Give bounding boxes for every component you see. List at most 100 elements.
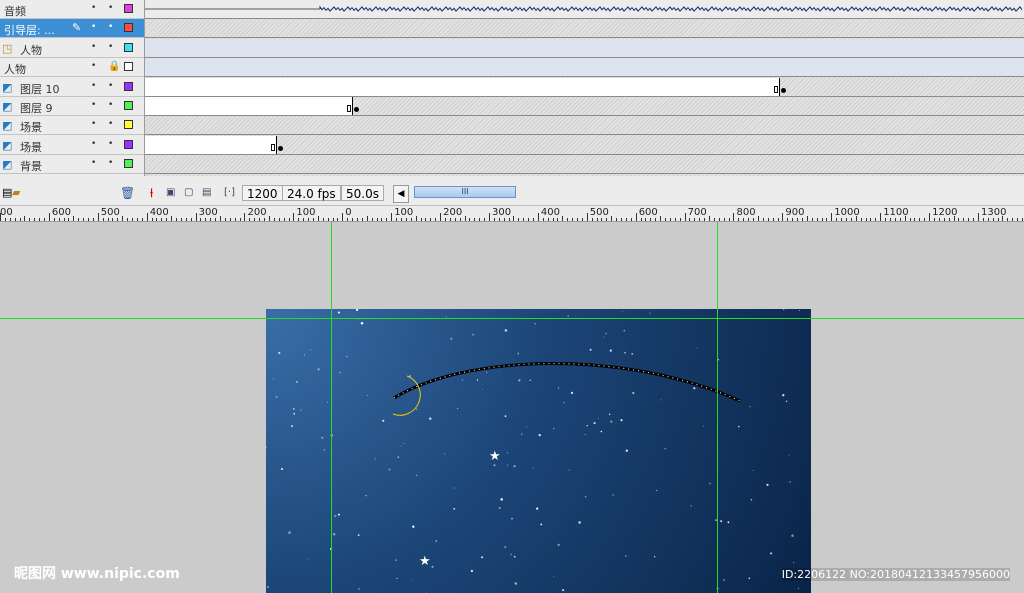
frame-row[interactable] bbox=[145, 135, 1024, 155]
ruler-tick bbox=[670, 218, 671, 221]
ruler-tick bbox=[142, 218, 143, 221]
add-layer-icon[interactable]: ▤ bbox=[2, 185, 12, 201]
visibility-toggle[interactable]: • bbox=[91, 139, 96, 150]
outline-color-swatch[interactable] bbox=[124, 4, 133, 13]
layer-row[interactable]: 音频 • • bbox=[0, 0, 144, 19]
lock-toggle[interactable]: • bbox=[108, 100, 113, 111]
lock-toggle[interactable]: • bbox=[108, 119, 113, 130]
timeline-scroll-thumb[interactable]: III bbox=[414, 186, 516, 198]
motion-guide-path[interactable] bbox=[393, 362, 741, 403]
lock-toggle[interactable]: • bbox=[108, 22, 113, 33]
timeline-status-bar: ▤ ▰ 🗑 ⍿ ▣ ▢ ▤ [·] 1200 24.0 fps 50.0s ◀ … bbox=[0, 182, 1024, 204]
frame-row[interactable] bbox=[145, 155, 1024, 175]
star-dot bbox=[326, 401, 328, 403]
guide-vertical-right[interactable] bbox=[717, 222, 718, 593]
visibility-toggle[interactable]: • bbox=[91, 61, 96, 72]
lock-toggle[interactable]: • bbox=[108, 42, 113, 53]
layer-name[interactable]: 音频 bbox=[4, 3, 26, 19]
ruler-tick bbox=[1007, 218, 1008, 221]
playhead-center-icon[interactable]: ⍿ bbox=[150, 185, 153, 201]
layer-name[interactable]: 场景 bbox=[20, 139, 42, 155]
layer-row[interactable]: ◩ 图层 9 • • bbox=[0, 97, 144, 116]
outline-color-swatch[interactable] bbox=[124, 159, 133, 169]
layer-row[interactable]: 人物 • 🔒 bbox=[0, 58, 144, 78]
visibility-toggle[interactable]: • bbox=[91, 22, 96, 33]
ruler-tick bbox=[289, 218, 290, 221]
visibility-toggle[interactable]: • bbox=[91, 81, 96, 92]
frame-row[interactable] bbox=[145, 0, 1024, 19]
layer-row[interactable]: ◩ 图层 10 • • bbox=[0, 78, 144, 97]
layer-list: 音频 • • 引导层: ... ✎ • • ◳ 人物 • • 人物 • 🔒 ◩ 图层 10 • • ◩ 图层 9 • • ◩… bbox=[0, 0, 145, 176]
star-dot bbox=[367, 394, 369, 396]
add-folder-icon[interactable]: ▰ bbox=[12, 185, 20, 201]
layer-name[interactable]: 场景 bbox=[20, 119, 42, 135]
visibility-toggle[interactable]: • bbox=[91, 3, 96, 14]
frame-row[interactable] bbox=[145, 38, 1024, 58]
layer-row[interactable]: ◳ 人物 • • bbox=[0, 39, 144, 58]
outline-color-swatch[interactable] bbox=[124, 120, 133, 130]
layer-name[interactable]: 人物 bbox=[4, 61, 26, 77]
layer-row[interactable]: ◩ 背景 • • bbox=[0, 155, 144, 175]
star-dot bbox=[534, 323, 536, 325]
keyframe-dot[interactable] bbox=[354, 107, 359, 112]
keyframe-dot[interactable] bbox=[781, 87, 786, 93]
star-dot bbox=[400, 445, 402, 447]
outline-color-swatch[interactable] bbox=[124, 62, 133, 72]
lock-toggle[interactable]: • bbox=[108, 139, 113, 150]
stage[interactable]: ★ ★ bbox=[266, 309, 811, 593]
edit-multiple-frames-icon[interactable]: ▤ bbox=[202, 185, 211, 201]
keyframe-dot[interactable] bbox=[278, 145, 283, 151]
lock-toggle[interactable]: • bbox=[108, 158, 113, 169]
outline-color-swatch[interactable] bbox=[124, 81, 133, 91]
outline-color-swatch[interactable] bbox=[124, 42, 133, 52]
visibility-toggle[interactable]: • bbox=[91, 100, 96, 111]
frame-rate-field[interactable]: 24.0 fps bbox=[282, 185, 341, 201]
layer-row[interactable]: ◩ 场景 • • bbox=[0, 116, 144, 136]
onion-outline-icon[interactable]: ▢ bbox=[184, 185, 193, 201]
layer-name[interactable]: 背景 bbox=[20, 158, 42, 174]
frame-row[interactable] bbox=[145, 77, 1024, 97]
frame-row[interactable] bbox=[145, 97, 1024, 116]
ruler-label: 300 bbox=[198, 207, 218, 218]
ruler-tick bbox=[577, 218, 578, 221]
layer-row[interactable]: 引导层: ... ✎ • • bbox=[0, 19, 144, 39]
onion-skin-icon[interactable]: ▣ bbox=[166, 185, 175, 201]
scroll-left-button[interactable]: ◀ bbox=[393, 185, 409, 203]
layer-name[interactable]: 图层 10 bbox=[20, 81, 60, 97]
trash-icon[interactable]: 🗑 bbox=[120, 185, 135, 201]
end-frame-marker[interactable] bbox=[347, 105, 351, 112]
star-dot bbox=[540, 523, 543, 526]
ruler-tick bbox=[689, 218, 690, 221]
end-frame-marker[interactable] bbox=[774, 85, 778, 93]
outline-color-swatch[interactable] bbox=[124, 139, 133, 149]
layer-name[interactable]: 人物 bbox=[20, 42, 42, 58]
lock-icon[interactable]: 🔒 bbox=[108, 61, 120, 72]
frame-grid[interactable] bbox=[145, 0, 1024, 176]
layer-row[interactable]: ◩ 场景 • • bbox=[0, 136, 144, 155]
layer-name[interactable]: 图层 9 bbox=[20, 100, 53, 116]
star-dot bbox=[702, 425, 704, 427]
layer-name[interactable]: 引导层: ... bbox=[4, 22, 55, 38]
lock-toggle[interactable]: • bbox=[108, 3, 113, 14]
ruler-label: 100 bbox=[394, 207, 414, 218]
guide-vertical-left[interactable] bbox=[331, 222, 332, 593]
star-dot bbox=[476, 379, 479, 381]
visibility-toggle[interactable]: • bbox=[91, 158, 96, 169]
visibility-toggle[interactable]: • bbox=[91, 42, 96, 53]
guide-horizontal[interactable] bbox=[0, 318, 1024, 319]
ruler-tick bbox=[73, 216, 74, 221]
visibility-toggle[interactable]: • bbox=[91, 119, 96, 130]
outline-color-swatch[interactable] bbox=[124, 23, 133, 33]
ruler-tick bbox=[391, 213, 392, 221]
frame-row[interactable] bbox=[145, 116, 1024, 136]
end-frame-marker[interactable] bbox=[271, 143, 275, 151]
modify-markers-icon[interactable]: [·] bbox=[224, 185, 235, 201]
ruler-tick bbox=[1012, 218, 1013, 221]
frame-row[interactable] bbox=[145, 19, 1024, 39]
star-dot bbox=[603, 336, 605, 338]
current-frame-field[interactable]: 1200 bbox=[242, 185, 283, 201]
lock-toggle[interactable]: • bbox=[108, 81, 113, 92]
frame-row[interactable] bbox=[145, 58, 1024, 78]
outline-color-swatch[interactable] bbox=[124, 101, 133, 110]
ruler-tick bbox=[597, 218, 598, 221]
